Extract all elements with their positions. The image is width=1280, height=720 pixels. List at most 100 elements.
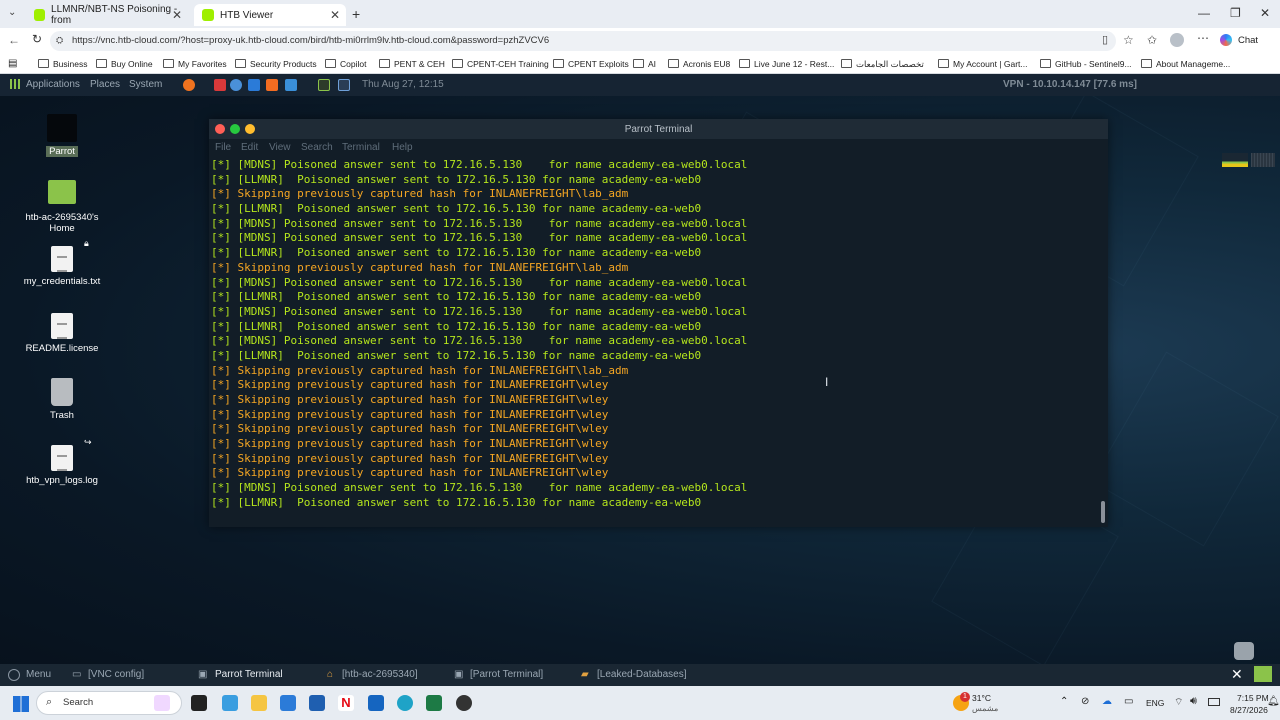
bookmark-item[interactable]: Security Products [235, 59, 317, 69]
vscode-icon[interactable] [248, 79, 260, 91]
desktop-icon-credentials[interactable]: 🔒︎ my_credentials.txt [12, 238, 112, 287]
close-panel-icon[interactable]: ✕ [1231, 666, 1243, 683]
file-explorer-icon[interactable] [251, 695, 267, 711]
clock-datetime[interactable]: Thu Aug 27, 12:15 [362, 79, 444, 90]
desktop-icon-vpn-log[interactable]: ↪ htb_vpn_logs.log [12, 437, 112, 486]
onedrive-icon[interactable]: ☁ [1102, 696, 1112, 707]
clock-time[interactable]: 7:15 PM [1237, 693, 1269, 703]
bookmark-item[interactable]: CPENT-CEH Training [452, 59, 549, 69]
bookmark-item[interactable]: GitHub - Sentinel9... [1040, 59, 1132, 69]
weather-temp[interactable]: 31°C [972, 693, 991, 703]
bookmark-item[interactable]: Buy Online [96, 59, 153, 69]
applications-menu[interactable]: Applications [26, 79, 80, 90]
new-tab-icon[interactable]: + [352, 6, 360, 22]
reload-icon[interactable]: ↻ [32, 32, 42, 46]
bookmark-item[interactable]: PENT & CEH [379, 59, 445, 69]
tray-icon[interactable]: ▭ [1124, 696, 1133, 707]
favorite-star-icon[interactable]: ☆ [1123, 33, 1134, 47]
app-icon[interactable] [309, 695, 325, 711]
desktop-icon-home[interactable]: htb-ac-2695340's Home [12, 180, 112, 234]
taskbar-vnc-config[interactable]: [VNC config] [88, 669, 144, 680]
app-launcher-icon[interactable] [230, 79, 242, 91]
taskbar-home-folder[interactable]: [htb-ac-2695340] [342, 669, 418, 680]
chat-button[interactable]: Chat [1238, 35, 1258, 46]
close-tab-icon[interactable]: ✕ [330, 8, 340, 22]
tab-list-chevron-icon[interactable]: ⌄ [8, 7, 16, 18]
notification-bell-icon[interactable]: 🔔︎ [1267, 696, 1280, 707]
terminal-icon[interactable] [318, 79, 330, 91]
clock-date[interactable]: 8/27/2026 [1230, 705, 1268, 715]
taskbar-parrot-terminal[interactable]: Parrot Terminal [215, 669, 283, 680]
bookmark-item[interactable]: Live June 12 - Rest... [739, 59, 834, 69]
bookmark-item[interactable]: تخصصات الجامعات [841, 59, 924, 70]
workspace-switcher-icon[interactable] [1234, 642, 1254, 660]
close-tab-icon[interactable]: ✕ [172, 8, 182, 22]
bookmark-item[interactable]: CPENT Exploits [553, 59, 629, 69]
tab-llmnr-poisoning[interactable]: LLMNR/NBT-NS Poisoning - from ✕ [26, 4, 188, 26]
tray-icon[interactable]: ⊘ [1081, 696, 1089, 707]
bookmark-item[interactable]: My Favorites [163, 59, 227, 69]
burp-icon[interactable] [266, 79, 278, 91]
chevron-up-icon[interactable]: ⌃ [1060, 696, 1068, 707]
menu-help[interactable]: Help [392, 142, 413, 153]
app-launcher-icon[interactable] [285, 79, 297, 91]
favorites-icon[interactable]: ✩ [1147, 33, 1157, 47]
terminal-output[interactable]: [*] [MDNS] Poisoned answer sent to 172.1… [211, 158, 1091, 511]
bookmark-item[interactable]: About Manageme... [1141, 59, 1230, 69]
language-indicator[interactable]: ENG [1146, 698, 1164, 708]
terminal-titlebar[interactable]: Parrot Terminal [209, 119, 1108, 139]
site-info-icon[interactable]: ⛭ [56, 35, 63, 46]
url-field[interactable]: ⛭ https://vnc.htb-cloud.com/?host=proxy-… [50, 31, 1116, 51]
excel-icon[interactable] [426, 695, 442, 711]
bookmarks-menu-icon[interactable]: ▤ [8, 58, 17, 69]
taskbar-parrot-terminal-2[interactable]: [Parrot Terminal] [470, 669, 543, 680]
close-window-icon[interactable]: ✕ [1260, 6, 1270, 20]
store-icon[interactable] [280, 695, 296, 711]
windows-start-icon[interactable] [13, 696, 29, 712]
menu-button[interactable]: Menu [26, 669, 51, 680]
bookmark-item[interactable]: Acronis EU8 [668, 59, 730, 69]
firefox-icon[interactable] [183, 79, 195, 91]
workspace-green-icon[interactable] [1254, 666, 1272, 682]
copilot-icon[interactable] [1220, 34, 1232, 46]
places-menu[interactable]: Places [90, 79, 120, 90]
apps-grid-icon[interactable] [10, 79, 20, 89]
bookmark-item[interactable]: Business [38, 59, 88, 69]
menu-view[interactable]: View [269, 142, 291, 153]
bookmark-item[interactable]: Copilot [325, 59, 366, 69]
calendar-icon[interactable] [338, 79, 350, 91]
desktop-icon-readme[interactable]: README.license [12, 313, 112, 354]
back-icon[interactable]: ← [8, 33, 20, 47]
bookmark-item[interactable]: AI [633, 59, 656, 69]
maximize-window-button[interactable] [245, 124, 255, 134]
task-view-icon[interactable] [191, 695, 207, 711]
parrot-terminal-window[interactable]: Parrot Terminal File Edit View Search Te… [209, 119, 1108, 527]
desktop-icon-trash[interactable]: Trash [12, 378, 112, 421]
edge-icon[interactable] [397, 695, 413, 711]
tab-htb-viewer[interactable]: HTB Viewer ✕ [194, 4, 346, 26]
minimize-window-button[interactable] [230, 124, 240, 134]
wifi-icon[interactable]: ⌔ [1174, 696, 1183, 709]
close-window-button[interactable] [215, 124, 225, 134]
minimize-icon[interactable]: — [1198, 6, 1210, 20]
bookmark-item[interactable]: My Account | Gart... [938, 59, 1027, 69]
taskbar-leaked-databases[interactable]: [Leaked-Databases] [597, 669, 687, 680]
system-menu[interactable]: System [129, 79, 162, 90]
terminal-scrollbar[interactable] [1101, 501, 1105, 523]
battery-icon[interactable] [1208, 698, 1220, 706]
copilot-app-icon[interactable] [222, 695, 238, 711]
profile-avatar[interactable] [1170, 33, 1184, 47]
menu-terminal[interactable]: Terminal [342, 142, 380, 153]
app-launcher-icon[interactable] [214, 79, 226, 91]
app-icon[interactable] [456, 695, 472, 711]
desktop-icon-parrot[interactable]: Parrot [12, 114, 112, 157]
menu-edit[interactable]: Edit [241, 142, 258, 153]
outlook-icon[interactable] [368, 695, 384, 711]
volume-icon[interactable]: 🔊︎ [1190, 695, 1197, 708]
search-highlight-icon[interactable] [154, 695, 170, 711]
restore-icon[interactable]: ❐ [1230, 6, 1241, 20]
reader-icon[interactable]: ▯ [1102, 33, 1108, 46]
menu-file[interactable]: File [215, 142, 231, 153]
more-options-icon[interactable]: ⋯ [1197, 31, 1209, 45]
parrot-menu-icon[interactable] [8, 669, 20, 681]
